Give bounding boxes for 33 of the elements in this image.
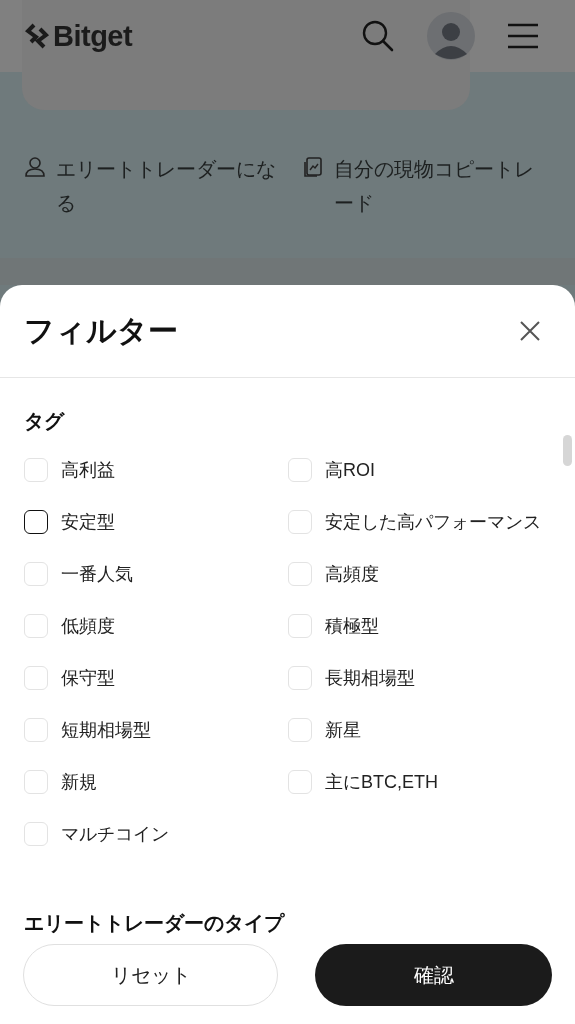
tag-checkbox-item[interactable]: 積極型 (288, 614, 379, 638)
logo-icon (25, 23, 51, 49)
logo-text: Bitget (53, 19, 133, 53)
tag-checkbox-item[interactable]: 高頻度 (288, 562, 379, 586)
link-text[interactable]: エリートトレーダーになる (56, 152, 282, 220)
tag-checkbox-item[interactable]: 低頻度 (24, 614, 115, 638)
tag-checkbox-item[interactable]: 新規 (24, 770, 97, 794)
search-icon[interactable] (361, 19, 395, 53)
avatar-icon[interactable] (427, 12, 475, 60)
tag-checkbox-item[interactable]: マルチコイン (24, 822, 169, 846)
tag-checkbox-item[interactable]: 高ROI (288, 458, 375, 482)
tag-checkbox-item[interactable]: 長期相場型 (288, 666, 415, 690)
section-heading: タグ (24, 409, 66, 434)
tag-checkbox-item[interactable]: 安定型 (24, 510, 115, 534)
user-icon (24, 156, 46, 178)
checkbox[interactable] (24, 510, 48, 534)
close-icon[interactable] (519, 320, 541, 342)
tag-checkbox-item[interactable]: 主にBTC,ETH (288, 770, 438, 794)
sheet-title: フィルター (24, 312, 178, 349)
tag-checkbox-item[interactable]: 安定した高パフォーマンス (288, 510, 541, 534)
link-text[interactable]: 自分の現物コピートレード (334, 152, 552, 220)
confirm-button[interactable]: 確認 (315, 944, 552, 1006)
tag-checkbox-item[interactable]: 保守型 (24, 666, 115, 690)
scrollbar[interactable] (563, 435, 572, 466)
tag-checkbox-item[interactable]: 高利益 (24, 458, 115, 482)
tag-checkbox-item[interactable]: 一番人気 (24, 562, 133, 586)
tag-checkbox-item[interactable]: 新星 (288, 718, 361, 742)
reset-button[interactable]: リセット (23, 944, 278, 1006)
tag-checkbox-item[interactable]: 短期相場型 (24, 718, 151, 742)
document-chart-icon (302, 156, 324, 178)
logo[interactable]: Bitget (25, 19, 133, 53)
menu-icon[interactable] (507, 22, 539, 50)
section-heading: エリートトレーダーのタイプ (24, 911, 286, 936)
